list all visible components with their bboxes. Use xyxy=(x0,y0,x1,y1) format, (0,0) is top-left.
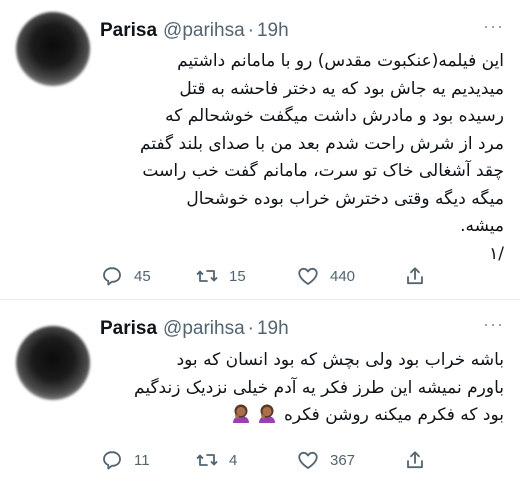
heart-icon xyxy=(298,451,318,469)
share-button[interactable] xyxy=(403,264,427,288)
display-name[interactable]: Parisa xyxy=(100,318,157,340)
like-count: 367 xyxy=(330,451,356,469)
heart-icon xyxy=(298,267,318,285)
tweet-text-line: چقد آشغالی خاک تو سرت، مامانم گفت خب راس… xyxy=(142,161,504,181)
more-options-icon[interactable]: ··· xyxy=(483,314,504,335)
tweet-text-line: بود که فکرم میکنه روشن فکره xyxy=(283,405,504,425)
like-button[interactable]: 367 xyxy=(296,448,403,472)
like-count: 440 xyxy=(330,267,356,285)
more-options-icon[interactable]: ··· xyxy=(483,16,504,37)
user-handle[interactable]: @parihsa xyxy=(163,318,245,340)
reply-count: 45 xyxy=(134,267,151,285)
woman-facepalming-emoji xyxy=(258,404,275,423)
timestamp[interactable]: 19h xyxy=(257,318,289,340)
tweet-1[interactable]: Parisa @parihsa · 19h ··· این فیلمه(عنکب… xyxy=(0,0,520,300)
retweet-button[interactable]: 15 xyxy=(195,264,296,288)
tweet-text-line: مرد از شرش راحت شدم بعد من با صدای بلند … xyxy=(140,133,504,154)
display-name[interactable]: Parisa xyxy=(100,20,157,42)
woman-facepalming-emoji xyxy=(232,404,249,423)
tweet-header: Parisa @parihsa · 19h ··· xyxy=(100,16,504,42)
tweet-text-line: میدیدیم یه جاش بود که یه دختر فاحشه به ق… xyxy=(179,78,504,99)
tweet-text-line: باشه خراب بود ولی بچش که بود انسان که بو… xyxy=(176,350,504,370)
timestamp[interactable]: 19h xyxy=(257,20,289,42)
separator-dot: · xyxy=(247,318,254,339)
retweet-button[interactable]: 4 xyxy=(195,448,296,472)
tweet-actions: 45 15 440 xyxy=(100,264,504,288)
tweet-text: این فیلمه(عنکبوت مقدس) رو با مامانم داشت… xyxy=(100,48,504,268)
tweet-text-line-with-emoji: بود که فکرم میکنه روشن فکره xyxy=(100,402,504,430)
tweet-2[interactable]: Parisa @parihsa · 19h ··· باشه خراب بود … xyxy=(0,300,520,490)
reply-icon xyxy=(103,267,121,286)
reply-icon xyxy=(103,451,121,470)
tweet-text-line: میشه. xyxy=(460,216,504,236)
share-icon xyxy=(407,451,423,469)
share-icon xyxy=(407,267,423,285)
retweet-count: 4 xyxy=(229,451,238,469)
like-button[interactable]: 440 xyxy=(296,264,403,288)
retweet-count: 15 xyxy=(229,267,246,285)
share-button[interactable] xyxy=(403,448,427,472)
tweet-text-line: میگه دیگه وقتی دخترش خراب بوده خوشحال xyxy=(186,188,504,209)
tweet-actions: 11 4 367 xyxy=(100,448,504,472)
user-handle[interactable]: @parihsa xyxy=(163,20,245,42)
tweet-text-line: این فیلمه(عنکبوت مقدس) رو با مامانم داشت… xyxy=(177,51,504,71)
reply-button[interactable]: 45 xyxy=(100,264,195,288)
retweet-icon xyxy=(196,270,218,282)
tweet-text: باشه خراب بود ولی بچش که بود انسان که بو… xyxy=(100,347,504,430)
tweet-text-line: رسیده بود و مادرش داشت میگفت خوشحالم که xyxy=(165,106,504,126)
tweet-header: Parisa @parihsa · 19h ··· xyxy=(100,314,504,340)
tweet-text-line: باورم نمیشه این طرز فکر یه آدم خیلی نزدی… xyxy=(134,377,504,398)
reply-button[interactable]: 11 xyxy=(100,448,195,472)
avatar[interactable] xyxy=(16,12,90,86)
avatar[interactable] xyxy=(16,326,90,400)
separator-dot: · xyxy=(247,20,254,41)
reply-count: 11 xyxy=(134,451,150,469)
retweet-icon xyxy=(196,454,218,466)
